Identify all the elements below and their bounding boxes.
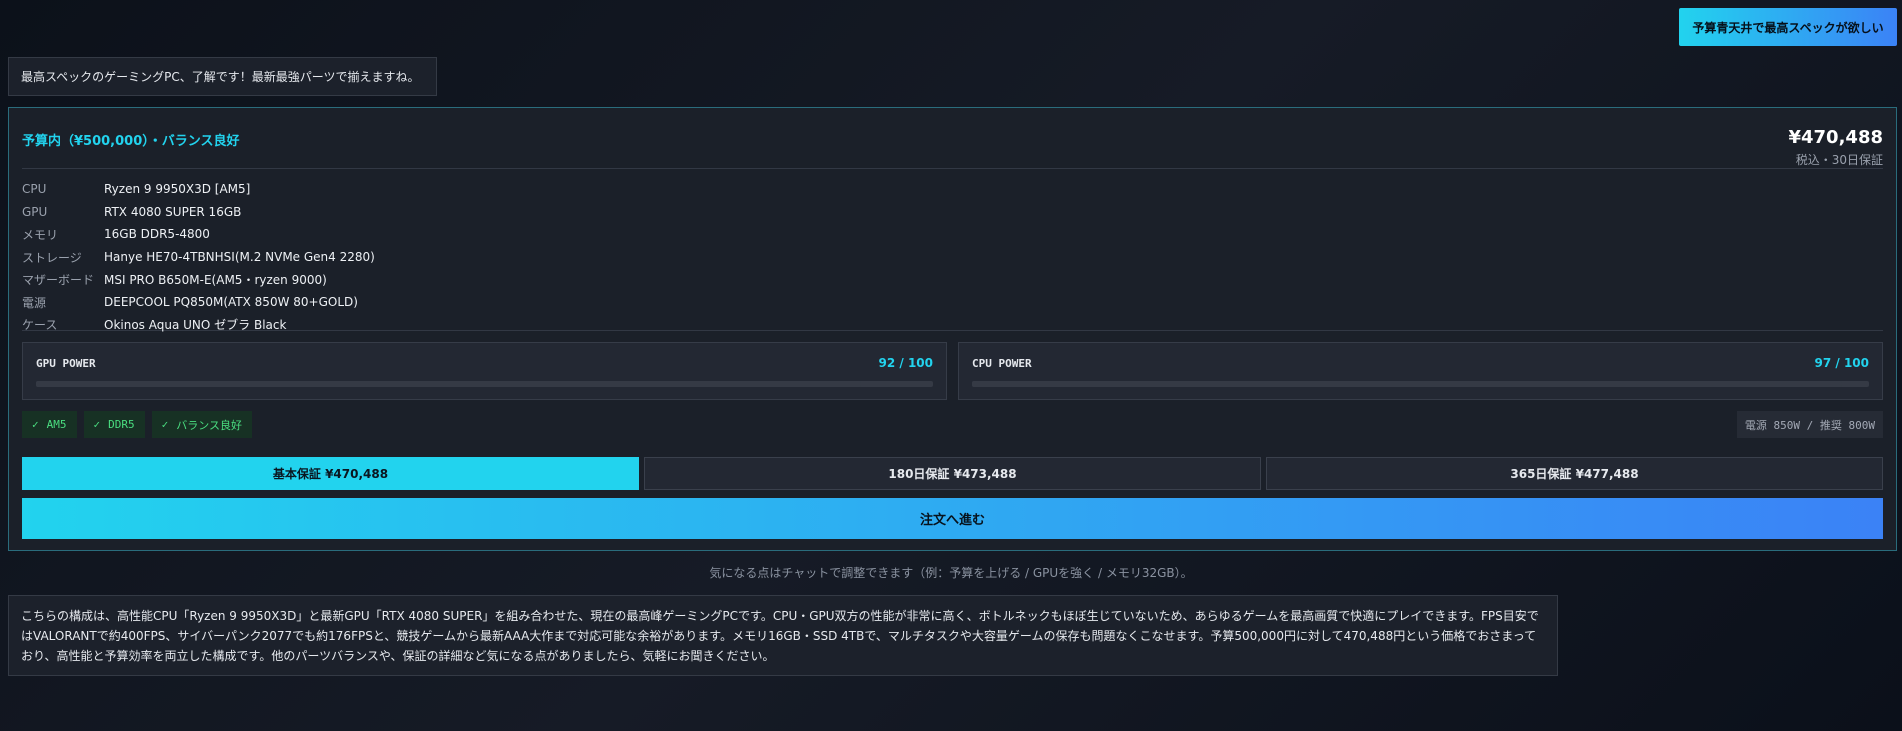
spec-label: 電源	[22, 295, 47, 310]
badge-label: AM5	[46, 418, 67, 431]
badge-label: バランス良好	[176, 418, 243, 432]
spec-value: MSI PRO B650M-E(AM5・ryzen 9000)	[104, 273, 327, 288]
spec-list: CPU Ryzen 9 9950X3D [AM5] GPU RTX 4080 S…	[22, 170, 1883, 332]
meter-track	[36, 381, 933, 387]
spec-row-memory: メモリ 16GB DDR5-4800	[22, 223, 1883, 246]
badge-ddr5: ✓ DDR5	[83, 411, 145, 438]
spec-label: GPU	[22, 204, 48, 219]
meter-title: CPU POWER	[972, 357, 1032, 370]
check-icon: ✓	[93, 418, 101, 431]
psu-recommendation: 電源 850W / 推奨 800W	[1736, 411, 1883, 438]
spec-row-gpu: GPU RTX 4080 SUPER 16GB	[22, 201, 1883, 224]
badge-balance: ✓ バランス良好	[151, 411, 253, 438]
check-icon: ✓	[161, 418, 169, 431]
spec-row-psu: 電源 DEEPCOOL PQ850M(ATX 850W 80+GOLD)	[22, 291, 1883, 314]
pc-build-card: 予算内（¥500,000）・バランス良好 ¥470,488 税込・30日保証 C…	[8, 107, 1897, 551]
spec-label: マザーボード	[22, 273, 95, 288]
price-note: 税込・30日保証	[1795, 153, 1883, 167]
assistant-message-bubble: 最高スペックのゲーミングPC、了解です！最新最強パーツで揃えますね。	[8, 57, 437, 96]
adjust-hint: 気になる点はチャットで調整できます（例：予算を上げる / GPUを強く / メモ…	[709, 566, 1193, 580]
meter-title: GPU POWER	[36, 357, 96, 370]
gpu-power-meter: GPU POWER 92 / 100	[22, 342, 947, 400]
badge-am5: ✓ AM5	[22, 411, 77, 438]
total-price: ¥470,488	[1788, 127, 1883, 148]
warranty-option-180[interactable]: 180日保証 ¥473,488	[644, 457, 1261, 490]
warranty-option-basic[interactable]: 基本保証 ¥470,488	[22, 457, 639, 490]
spec-row-storage: ストレージ Hanye HE70-4TBNHSI(M.2 NVMe Gen4 2…	[22, 246, 1883, 269]
meter-fill	[972, 381, 1843, 387]
spec-value: Okinos Aqua UNO ゼブラ Black	[104, 318, 287, 333]
spec-row-motherboard: マザーボード MSI PRO B650M-E(AM5・ryzen 9000)	[22, 268, 1883, 291]
badge-label: DDR5	[108, 418, 135, 431]
meter-score: 92 / 100	[878, 356, 934, 370]
check-icon: ✓	[32, 418, 39, 431]
user-message-bubble: 予算青天井で最高スペックが欲しい	[1679, 8, 1897, 46]
compat-badges: ✓ AM5 ✓ DDR5 ✓ バランス良好	[22, 411, 253, 438]
spec-label: メモリ	[22, 227, 59, 242]
assistant-explanation: こちらの構成は、高性能CPU「Ryzen 9 9950X3D」と最新GPU「RT…	[8, 595, 1558, 676]
spec-label: CPU	[22, 182, 47, 197]
spec-value: Hanye HE70-4TBNHSI(M.2 NVMe Gen4 2280)	[104, 250, 375, 265]
meter-score: 97 / 100	[1814, 356, 1870, 370]
spec-value: DEEPCOOL PQ850M(ATX 850W 80+GOLD)	[104, 295, 358, 310]
warranty-options: 基本保証 ¥470,488 180日保証 ¥473,488 365日保証 ¥47…	[22, 457, 1883, 490]
power-meters: GPU POWER 92 / 100 CPU POWER 97 / 100	[22, 342, 1883, 400]
spec-label: ケース	[22, 318, 58, 333]
budget-verdict: 予算内（¥500,000）・バランス良好	[22, 134, 240, 149]
meter-fill	[36, 381, 862, 387]
build-header: 予算内（¥500,000）・バランス良好 ¥470,488 税込・30日保証	[22, 120, 1883, 169]
spec-value: Ryzen 9 9950X3D [AM5]	[104, 182, 251, 197]
spec-value: 16GB DDR5-4800	[104, 227, 210, 242]
spec-label: ストレージ	[22, 250, 82, 265]
cpu-power-meter: CPU POWER 97 / 100	[958, 342, 1883, 400]
spec-row-cpu: CPU Ryzen 9 9950X3D [AM5]	[22, 178, 1883, 201]
meter-track	[972, 381, 1869, 387]
warranty-option-365[interactable]: 365日保証 ¥477,488	[1266, 457, 1883, 490]
spec-value: RTX 4080 SUPER 16GB	[104, 204, 242, 219]
page: 予算青天井で最高スペックが欲しい 最高スペックのゲーミングPC、了解です！最新最…	[0, 0, 1902, 731]
spec-row-case: ケース Okinos Aqua UNO ゼブラ Black	[22, 314, 1883, 337]
proceed-to-order-button[interactable]: 注文へ進む	[22, 498, 1883, 539]
